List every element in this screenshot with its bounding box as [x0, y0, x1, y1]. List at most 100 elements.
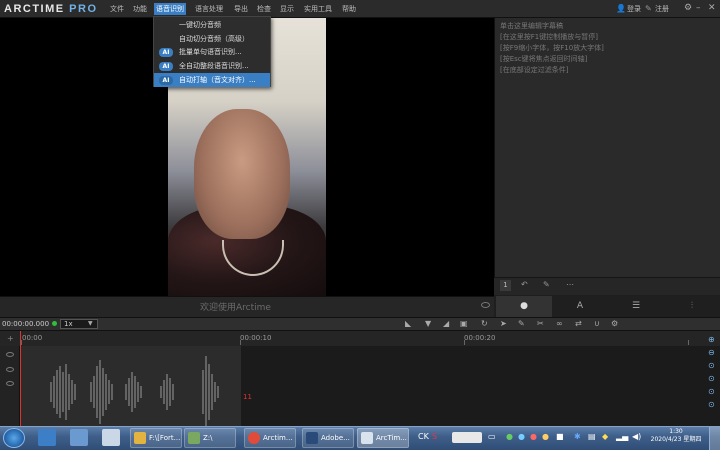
- font-icon: A: [576, 301, 584, 311]
- show-desktop-button[interactable]: [709, 427, 720, 450]
- gear-icon[interactable]: ⚙: [611, 319, 618, 328]
- tab-list[interactable]: ☰: [608, 296, 664, 317]
- tip-line: [在底部设定过滤条件]: [500, 66, 569, 74]
- subtitle-editor-panel[interactable]: 单击这里编辑字幕稿 [在这里按F1键控制播放与暂停] [按F9缩小字体，按F10…: [494, 18, 720, 278]
- ime-indicator[interactable]: CK: [418, 432, 429, 441]
- taskbar-button-chrome[interactable]: Arctim...: [244, 428, 296, 448]
- register-link[interactable]: 注册: [655, 4, 669, 14]
- settings-icon[interactable]: ⚙: [684, 3, 692, 13]
- undo-icon[interactable]: ↶: [521, 280, 528, 289]
- close-icon[interactable]: ✕: [708, 3, 716, 13]
- marker-out-icon[interactable]: ◢: [443, 319, 449, 328]
- add-track-icon[interactable]: +: [7, 334, 14, 343]
- ruler-label: 00:00:10: [240, 334, 272, 342]
- computer-pinned-icon[interactable]: [102, 429, 120, 446]
- marker-down-icon[interactable]: ▼: [425, 319, 431, 328]
- system-clock[interactable]: 1:30 2020/4/23 星期四: [646, 428, 706, 444]
- folder-icon: [134, 432, 146, 444]
- menu-language-processing[interactable]: 语言处理: [195, 4, 223, 14]
- minimize-icon[interactable]: –: [696, 3, 701, 13]
- zoom-fit-icon[interactable]: ⊙: [708, 387, 715, 396]
- logo-text: ARCTIME: [4, 3, 65, 15]
- cloud-icon[interactable]: ●: [518, 432, 525, 441]
- menu-item-one-click-split[interactable]: 一键切分音频: [154, 18, 270, 32]
- tray-app-icon[interactable]: ◆: [602, 432, 608, 441]
- tab-font[interactable]: A: [552, 296, 608, 317]
- taskbar-button-drive[interactable]: Z:\: [184, 428, 236, 448]
- eye-icon[interactable]: [6, 352, 14, 357]
- tab-subtitles[interactable]: ●: [496, 296, 552, 317]
- taskbar-button-arctime[interactable]: ArcTim...: [357, 428, 409, 448]
- clock-date: 2020/4/23 星期四: [650, 436, 702, 443]
- menu-item-full-auto-recognition[interactable]: AI 全自动整段语音识别...: [154, 59, 270, 73]
- zoom-out-icon[interactable]: ⊖: [708, 348, 715, 357]
- bluetooth-icon[interactable]: ✱: [574, 432, 581, 441]
- zoom-reset-icon[interactable]: ⊙: [708, 361, 715, 370]
- screenshot-pinned-icon[interactable]: [70, 429, 88, 446]
- window-icon[interactable]: ▭: [488, 432, 496, 441]
- menu-item-batch-recognition[interactable]: AI 批量单句语音识别...: [154, 45, 270, 59]
- menu-bar: [0, 0, 720, 18]
- menu-export[interactable]: 导出: [234, 4, 248, 14]
- user-icon: 👤: [616, 4, 626, 13]
- chat-icon: ●: [520, 301, 528, 311]
- edit-icon[interactable]: ✎: [543, 280, 550, 289]
- ruler-tick: [21, 340, 22, 345]
- pointer-icon[interactable]: ➤: [500, 319, 507, 328]
- shuffle-icon[interactable]: ⇄: [575, 319, 582, 328]
- menu-display[interactable]: 显示: [280, 4, 294, 14]
- menu-item-auto-align[interactable]: AI 自动打轴（音文对齐）...: [154, 73, 270, 87]
- tray-app-icon[interactable]: ●: [542, 432, 549, 441]
- zoom-fit-icon[interactable]: ⊙: [708, 400, 715, 409]
- timeline-ruler[interactable]: [0, 331, 720, 346]
- drive-icon: [188, 432, 200, 444]
- adobe-icon: [306, 432, 318, 444]
- loop-icon[interactable]: ↻: [481, 319, 488, 328]
- ai-badge-icon: AI: [159, 76, 173, 85]
- login-link[interactable]: 登录: [627, 4, 641, 14]
- eye-icon[interactable]: [481, 302, 490, 308]
- track-gutter: [0, 346, 20, 426]
- scissors-icon[interactable]: ✂: [537, 319, 544, 328]
- playhead[interactable]: [20, 331, 21, 426]
- marker-in-icon[interactable]: ◣: [405, 319, 411, 328]
- link-icon[interactable]: ∞: [556, 319, 563, 328]
- magnet-icon[interactable]: ∪: [594, 319, 600, 328]
- sogou-icon[interactable]: S: [432, 432, 437, 441]
- wechat-icon[interactable]: ●: [506, 432, 513, 441]
- zoom-fit-icon[interactable]: ⊙: [708, 374, 715, 383]
- menu-item-auto-split-advanced[interactable]: 自动切分音频（高级）: [154, 32, 270, 46]
- volume-icon[interactable]: ◀): [632, 432, 641, 441]
- tray-app-icon[interactable]: ■: [556, 432, 564, 441]
- menu-function[interactable]: 功能: [133, 4, 147, 14]
- desktop-pinned-icon[interactable]: [38, 429, 56, 446]
- menu-tools[interactable]: 实用工具: [304, 4, 332, 14]
- more-icon[interactable]: ⋯: [566, 280, 574, 289]
- pen-icon[interactable]: ✎: [518, 319, 525, 328]
- camera-icon[interactable]: ▣: [460, 319, 468, 328]
- security-icon[interactable]: ●: [530, 432, 537, 441]
- tab-settings[interactable]: ⫶: [664, 296, 720, 317]
- tray-app-icon[interactable]: ▤: [588, 432, 596, 441]
- tip-line: [按Esc键将焦点返回时间轴]: [500, 55, 588, 63]
- taskbar-button-folder[interactable]: F:\[Fort...: [130, 428, 182, 448]
- menu-help[interactable]: 帮助: [342, 4, 356, 14]
- chevron-down-icon[interactable]: ▼: [88, 320, 93, 327]
- network-icon[interactable]: ▂▄: [616, 432, 628, 441]
- waveform-marker: 11: [243, 393, 252, 401]
- speech-recognition-dropdown: 一键切分音频 自动切分音频（高级） AI 批量单句语音识别... AI 全自动整段语…: [153, 16, 271, 87]
- eye-icon[interactable]: [6, 367, 14, 372]
- menu-speech-recognition[interactable]: 语音识别: [154, 3, 186, 15]
- ime-toolbar[interactable]: [452, 432, 482, 443]
- start-button[interactable]: [3, 428, 25, 448]
- menu-check[interactable]: 检查: [257, 4, 271, 14]
- welcome-text: 欢迎使用Arctime: [200, 303, 271, 313]
- taskbar-button-adobe[interactable]: Adobe...: [302, 428, 354, 448]
- logo-pro-text: PRO: [69, 3, 98, 15]
- eye-icon[interactable]: [6, 381, 14, 386]
- clock-time: 1:30: [669, 428, 683, 435]
- zoom-in-icon[interactable]: ⊕: [708, 335, 715, 344]
- ruler-label: 00:00:20: [464, 334, 496, 342]
- menu-file[interactable]: 文件: [110, 4, 124, 14]
- ai-badge-icon: AI: [159, 48, 173, 57]
